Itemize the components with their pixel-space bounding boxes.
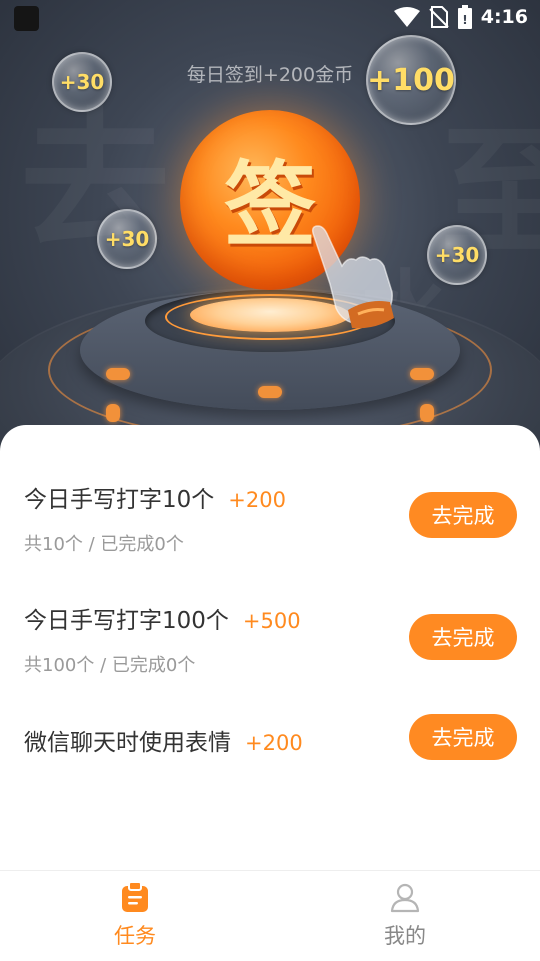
user-icon xyxy=(390,883,420,913)
go-complete-button[interactable]: 去完成 xyxy=(409,614,517,660)
go-complete-button[interactable]: 去完成 xyxy=(409,492,517,538)
task-title: 微信聊天时使用表情 xyxy=(24,730,231,756)
task-reward: +200 xyxy=(245,731,303,755)
coin-bubble-label: +30 xyxy=(104,227,150,251)
task-list-card: 今日手写打字10个 +200 共10个 / 已完成0个 去完成 今日手写打字10… xyxy=(0,425,540,870)
platform-light xyxy=(410,368,434,380)
coin-bubble-label: +30 xyxy=(59,70,105,94)
task-progress: 共10个 / 已完成0个 xyxy=(24,534,184,555)
svg-text:!: ! xyxy=(462,13,467,27)
task-title-row: 微信聊天时使用表情 +200 xyxy=(24,723,303,757)
task-progress: 共100个 / 已完成0个 xyxy=(24,655,196,676)
status-time: 4:16 xyxy=(480,6,528,28)
signin-hero: 去 水 至 ! 4:16 每日签到+200金币 +30 +100 +30 +30 xyxy=(0,0,540,470)
nav-tab-mine-label: 我的 xyxy=(384,924,426,948)
pointing-hand-icon xyxy=(311,225,394,329)
nav-tab-tasks-label: 任务 xyxy=(114,924,156,948)
bottom-nav: 任务 我的 xyxy=(0,870,540,961)
coin-bubble[interactable]: +30 xyxy=(427,225,487,285)
platform-light xyxy=(106,368,130,380)
platform-light xyxy=(106,404,120,422)
clipboard-icon xyxy=(122,881,148,912)
sign-in-label: 签 xyxy=(223,150,316,259)
platform-light xyxy=(420,404,434,422)
coin-bubble[interactable]: +30 xyxy=(97,209,157,269)
nav-tab-mine[interactable]: 我的 xyxy=(270,871,540,961)
task-reward: +200 xyxy=(228,488,286,512)
app-notification-icon xyxy=(14,6,39,31)
task-title-row: 今日手写打字10个 +200 xyxy=(24,480,286,514)
task-title: 今日手写打字100个 xyxy=(24,608,229,634)
task-reward: +500 xyxy=(242,609,301,633)
no-sim-icon xyxy=(429,6,449,28)
wifi-icon xyxy=(393,7,420,27)
go-complete-button[interactable]: 去完成 xyxy=(409,714,517,760)
battery-icon: ! xyxy=(457,5,472,29)
status-bar: ! 4:16 xyxy=(0,0,540,36)
nav-tab-tasks[interactable]: 任务 xyxy=(0,871,270,961)
coin-bubble-label: +100 xyxy=(367,62,455,98)
platform-light xyxy=(258,386,282,398)
coin-bubble[interactable]: +100 xyxy=(366,35,456,125)
task-title-row: 今日手写打字100个 +500 xyxy=(24,601,301,635)
task-title: 今日手写打字10个 xyxy=(24,487,215,513)
coin-bubble[interactable]: +30 xyxy=(52,52,112,112)
coin-bubble-label: +30 xyxy=(434,243,480,267)
